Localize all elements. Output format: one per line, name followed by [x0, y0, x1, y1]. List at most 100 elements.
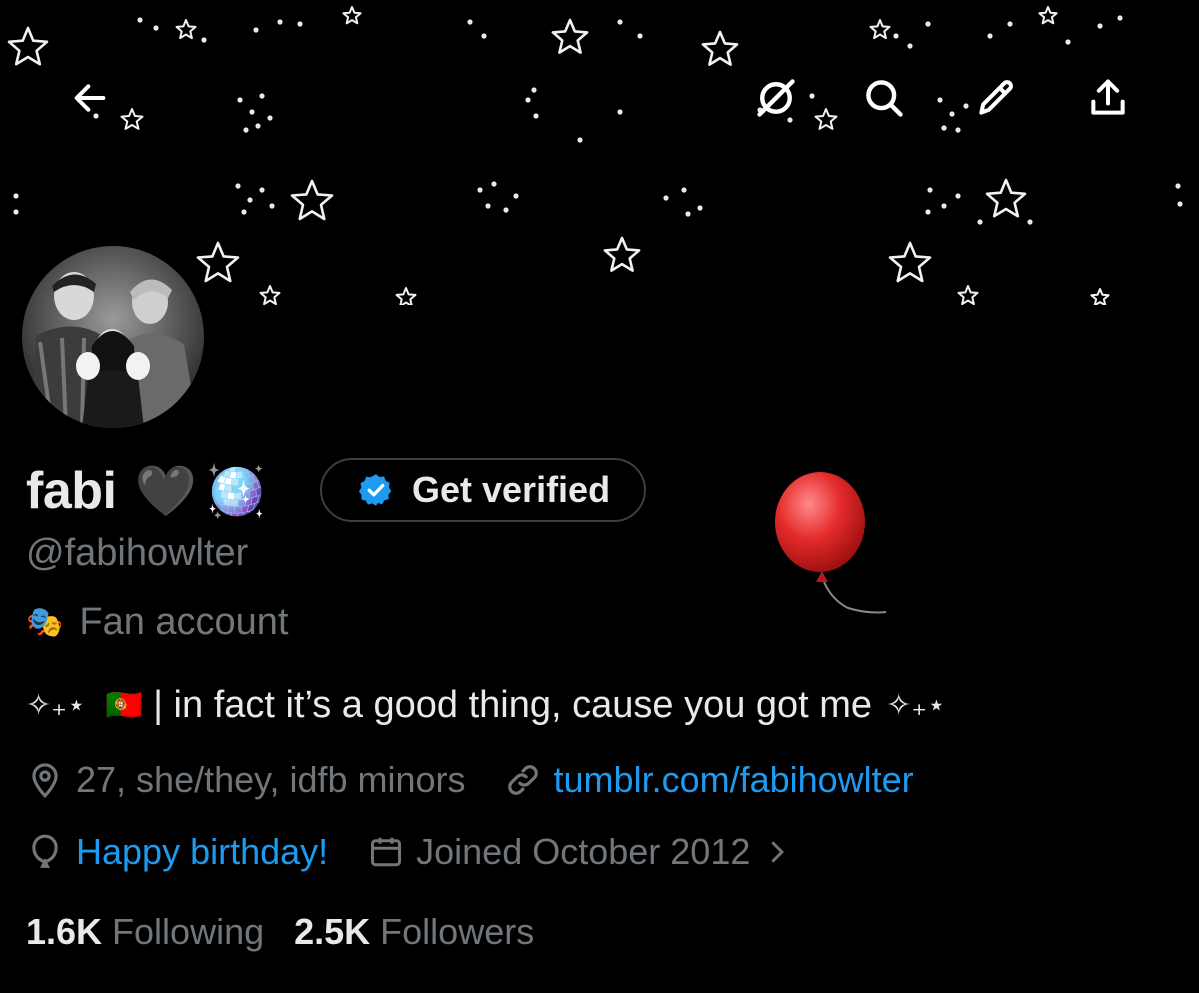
banner-sparkle [1007, 21, 1013, 27]
banner-sparkle [685, 211, 691, 217]
bio-sparkles-suffix: ✧₊⋆ [886, 688, 946, 722]
banner-sparkle [253, 27, 259, 33]
back-button[interactable] [58, 66, 122, 130]
website-link[interactable]: tumblr.com/fabihowlter [554, 759, 914, 801]
mute-button[interactable] [744, 66, 808, 130]
banner-sparkle [955, 193, 961, 199]
banner-star [603, 236, 641, 272]
banner-star [701, 30, 739, 66]
joined-text: Joined October 2012 [416, 831, 751, 872]
bio: ✧₊⋆ 🇵🇹 | in fact it’s a good thing, caus… [26, 678, 946, 732]
banner-sparkle [467, 19, 473, 25]
banner-sparkle [1097, 23, 1103, 29]
joined-date[interactable]: Joined October 2012 [368, 831, 792, 873]
follow-stats: 1.6K Following 2.5K Followers [26, 906, 534, 958]
banner-sparkle [249, 109, 255, 115]
circle-slash-icon [757, 79, 795, 117]
banner-sparkle [577, 137, 583, 143]
search-button[interactable] [852, 66, 916, 130]
link-icon [507, 765, 538, 795]
banner-sparkle [277, 19, 283, 25]
banner-star [342, 6, 362, 25]
banner-sparkle [937, 97, 943, 103]
banner-star [395, 287, 417, 305]
banner-sparkle [637, 33, 643, 39]
banner-star [957, 285, 979, 305]
banner-sparkle [1177, 201, 1183, 207]
chevron-right-icon [772, 841, 784, 863]
stars-pattern [7, 6, 1183, 305]
banner-sparkle [503, 207, 509, 213]
banner-sparkle [987, 33, 993, 39]
banner-sparkle [267, 115, 273, 121]
banner-star [888, 241, 932, 283]
performing-arts-emoji: 🎭 [26, 605, 64, 639]
banner-sparkle [13, 209, 19, 215]
avatar[interactable] [22, 246, 204, 428]
banner-sparkle [153, 25, 159, 31]
banner-sparkle [481, 33, 487, 39]
banner-sparkle [137, 17, 143, 23]
banner-star [985, 178, 1027, 218]
share-upload-icon [1091, 79, 1125, 115]
share-button[interactable] [1076, 66, 1140, 130]
banner-sparkle [531, 87, 537, 93]
banner-sparkle [1117, 15, 1123, 21]
banner-sparkle [927, 187, 933, 193]
banner-sparkle [235, 183, 241, 189]
banner-sparkle [949, 111, 955, 117]
followers-label: Followers [380, 911, 535, 952]
banner-sparkle [955, 127, 961, 133]
banner-sparkle [297, 21, 303, 27]
followers-stat[interactable]: 2.5K Followers [294, 911, 534, 953]
birthday[interactable]: Happy birthday! [26, 831, 328, 873]
name-row: fabi 🖤 🪩 [26, 455, 267, 527]
banner-sparkle [941, 125, 947, 131]
portugal-flag-emoji: 🇵🇹 [105, 688, 144, 722]
banner-star [196, 241, 240, 283]
website[interactable]: tumblr.com/fabihowlter [504, 759, 914, 801]
banner-sparkle [925, 21, 931, 27]
birthday-text[interactable]: Happy birthday! [76, 831, 328, 873]
banner-sparkle [491, 181, 497, 187]
banner-star [551, 18, 589, 54]
banner-sparkle [617, 109, 623, 115]
display-name: fabi [26, 462, 117, 520]
profile-banner[interactable] [0, 0, 1199, 305]
banner-sparkle [663, 195, 669, 201]
banner-sparkle [269, 203, 275, 209]
balloon-outline-icon [32, 834, 58, 868]
banner-sparkle [247, 197, 253, 203]
banner-sparkle [241, 209, 247, 215]
banner-sparkle [1175, 183, 1181, 189]
edit-button[interactable] [964, 66, 1028, 130]
location-pin-icon [32, 763, 58, 799]
banner-sparkle [255, 123, 261, 129]
banner-sparkle [201, 37, 207, 43]
bio-text: | in fact it’s a good thing, cause you g… [153, 683, 873, 726]
banner-sparkle [485, 203, 491, 209]
professional-category: 🎭 Fan account [26, 596, 289, 648]
banner-star [175, 19, 197, 40]
calendar-icon [371, 837, 402, 867]
following-count: 1.6K [26, 911, 103, 952]
get-verified-button[interactable]: Get verified [320, 458, 646, 522]
get-verified-label: Get verified [412, 469, 611, 510]
meta-row-dates: Happy birthday! Joined October 2012 [26, 826, 792, 878]
banner-sparkle [1065, 39, 1071, 45]
avatar-photo-icon [22, 246, 204, 428]
banner-sparkle [259, 93, 265, 99]
search-icon [866, 80, 903, 117]
banner-sparkle [513, 193, 519, 199]
verified-badge-icon [358, 474, 392, 506]
location: 27, she/they, idfb minors [26, 759, 466, 801]
followers-count: 2.5K [294, 911, 371, 952]
following-stat[interactable]: 1.6K Following [26, 911, 264, 953]
banner-sparkle [809, 93, 815, 99]
banner-sparkle [617, 19, 623, 25]
banner-star [7, 26, 49, 66]
banner-star [1090, 288, 1110, 305]
black-heart-emoji: 🖤 [134, 462, 197, 519]
category-label: Fan account [79, 600, 289, 643]
banner-sparkle [533, 113, 539, 119]
